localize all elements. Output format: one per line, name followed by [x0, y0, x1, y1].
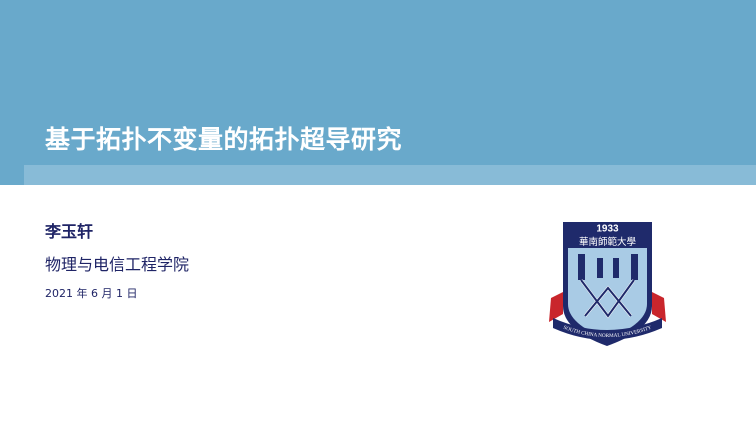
header-stripe	[24, 165, 756, 185]
slide-title: 基于拓扑不变量的拓扑超导研究	[45, 125, 403, 154]
author-name: 李玉轩	[45, 222, 94, 241]
emblem-cn-name: 華南師範大學	[579, 236, 636, 248]
emblem-ribbon-left	[549, 292, 563, 322]
emblem-ribbon-right	[652, 292, 666, 322]
school-name: 物理与电信工程学院	[45, 255, 190, 274]
header-band	[0, 0, 756, 185]
university-emblem-icon: 1933 華南師範大學 SOUTH CHINA NORMAL UNIVERSIT…	[549, 222, 666, 346]
emblem-year: 1933	[596, 224, 619, 235]
presentation-date: 2021 年 6 月 1 日	[45, 287, 138, 300]
